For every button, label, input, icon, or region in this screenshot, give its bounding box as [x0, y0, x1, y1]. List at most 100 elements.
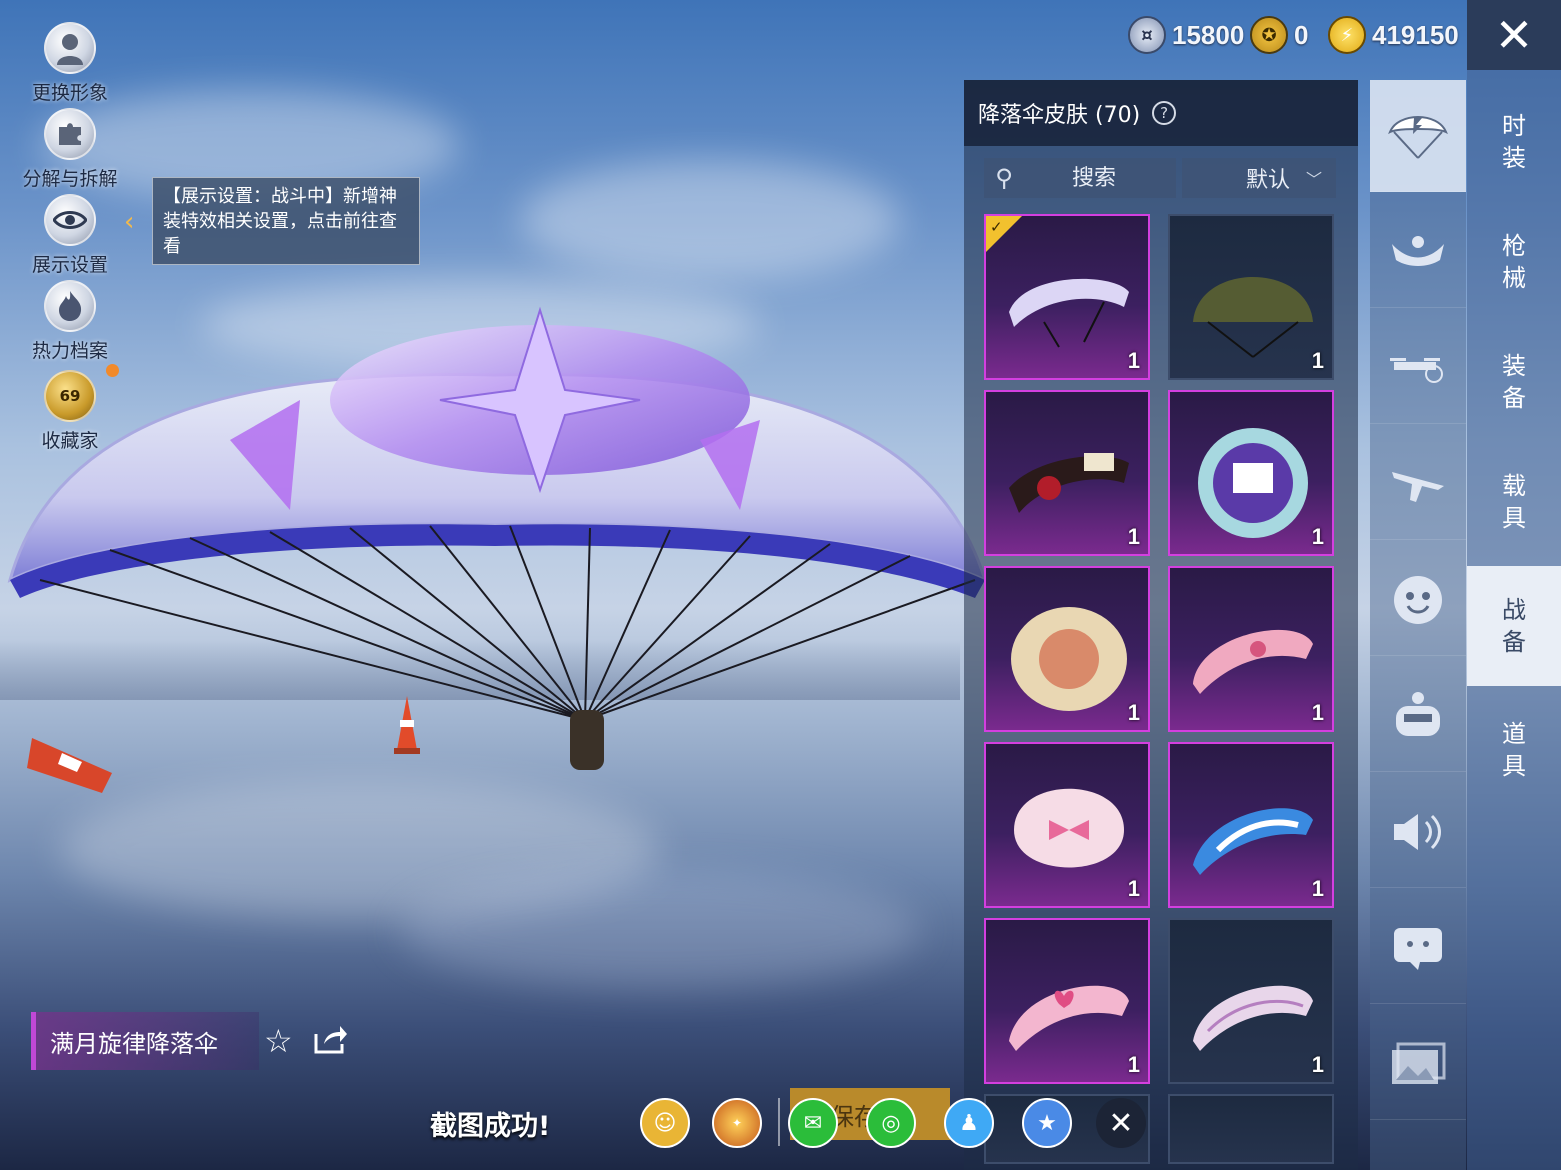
category-parachute[interactable] [1370, 80, 1466, 192]
coin-icon: ¤ [1128, 16, 1166, 54]
parachute-icon [1388, 115, 1448, 159]
wechat-icon: ✉ [803, 1110, 823, 1136]
skin-panel: 降落伞皮肤 (70) ? ⚲ 默认 ﹀ ✓ 1 1 1 1 1 [964, 80, 1358, 1170]
energy-icon: ⚡ [1328, 16, 1366, 54]
category-drone[interactable] [1370, 312, 1466, 424]
share-qzone-button[interactable]: ★ [1022, 1098, 1072, 1148]
avatar-icon [44, 22, 96, 74]
share-game-friend-button[interactable]: ☺ [640, 1098, 690, 1148]
selected-item-name: 满月旋律降落伞 [31, 1012, 259, 1070]
skin-count: 1 [1127, 1052, 1140, 1077]
sort-value: 默认 [1245, 168, 1290, 193]
currency-medal[interactable]: ✪ 0 [1250, 14, 1308, 56]
divider [778, 1098, 780, 1146]
currency-coin[interactable]: ¤ 15800 [1128, 14, 1244, 56]
skin-card-partial[interactable] [1168, 1094, 1334, 1164]
energy-value: 419150 [1372, 19, 1459, 50]
tab-label: 装备 [1502, 352, 1526, 412]
share-icon[interactable] [312, 1024, 348, 1056]
tab-weapons[interactable]: 枪械 [1467, 202, 1561, 322]
skin-count: 1 [1311, 700, 1324, 725]
share-game-app-button[interactable]: ✦ [712, 1098, 762, 1148]
help-icon[interactable]: ? [1152, 101, 1177, 125]
friend-icon: ☺ [653, 1110, 677, 1136]
tab-equipment[interactable]: 装备 [1467, 322, 1561, 442]
category-sticker[interactable] [1370, 892, 1466, 1004]
collector-level: 69 [59, 387, 81, 405]
category-emote[interactable] [1370, 544, 1466, 656]
puzzle-icon [44, 108, 96, 160]
screenshot-success-message: 截图成功! [430, 1111, 551, 1142]
share-qq-button[interactable]: ♟ [944, 1098, 994, 1148]
display-settings-tooltip[interactable]: 【展示设置：战斗中】新增神装特效相关设置，点击前往查看 [152, 177, 420, 265]
skin-count: 1 [1311, 524, 1324, 549]
parachute-thumbnail [1014, 788, 1124, 868]
search-input[interactable] [1024, 158, 1164, 198]
medal-value: 0 [1294, 19, 1309, 50]
close-icon: ✕ [1108, 1105, 1134, 1141]
parachute-thumbnail [1193, 277, 1313, 358]
search-icon: ⚲ [995, 164, 1013, 192]
tab-label: 道具 [1502, 720, 1526, 780]
skin-card[interactable]: 1 [984, 390, 1150, 556]
skin-card[interactable]: 1 [1168, 214, 1334, 380]
chevron-down-icon: ﹀ [1305, 170, 1322, 189]
main-tabs: 时装 枪械 装备 载具 战备 道具 [1467, 70, 1561, 1170]
skin-card[interactable]: 1 [1168, 742, 1334, 908]
skin-count: 1 [1311, 876, 1324, 901]
category-sound[interactable] [1370, 776, 1466, 888]
category-robot[interactable] [1370, 660, 1466, 772]
close-button[interactable]: ✕ [1467, 0, 1561, 70]
close-share-button[interactable]: ✕ [1096, 1098, 1146, 1148]
moments-icon: ◎ [881, 1110, 901, 1136]
skin-card[interactable]: ✓ 1 [984, 214, 1150, 380]
share-wechat-button[interactable]: ✉ [788, 1098, 838, 1148]
tab-vehicles[interactable]: 载具 [1467, 442, 1561, 562]
category-plane[interactable] [1370, 428, 1466, 540]
traffic-cone-left [27, 738, 112, 793]
tab-props[interactable]: 道具 [1467, 690, 1561, 810]
heat-archive-button[interactable]: 热力档案 [18, 280, 122, 363]
parachute-thumbnail [1009, 278, 1129, 348]
tab-label: 战备 [1502, 596, 1526, 656]
robot-icon [1396, 691, 1440, 736]
parachute-preview [7, 306, 988, 770]
favorite-star-icon[interactable]: ☆ [264, 1022, 293, 1060]
skin-card[interactable]: 1 [984, 566, 1150, 732]
panel-header: 降落伞皮肤 (70) ? [964, 80, 1358, 146]
traffic-cone-center [394, 696, 420, 754]
parachute-thumbnail [1193, 629, 1313, 694]
skin-card[interactable]: 1 [1168, 390, 1334, 556]
skin-count: 1 [1127, 524, 1140, 549]
category-skydive[interactable] [1370, 196, 1466, 308]
parachute-thumbnail [1009, 985, 1129, 1051]
panel-title: 降落伞皮肤 (70) [978, 103, 1141, 128]
collector-button[interactable]: 69 收藏家 [18, 370, 122, 453]
parachute-thumbnail [1009, 453, 1129, 513]
skin-card[interactable]: 1 [984, 918, 1150, 1084]
tab-label: 载具 [1502, 472, 1526, 532]
close-icon: ✕ [1494, 8, 1534, 62]
qzone-star-icon: ★ [1037, 1110, 1057, 1136]
gallery-icon [1392, 1042, 1446, 1084]
change-avatar-button[interactable]: 更换形象 [18, 22, 122, 105]
category-bar [1370, 80, 1466, 1170]
search-box[interactable]: ⚲ [984, 158, 1176, 198]
tab-fashion[interactable]: 时装 [1467, 82, 1561, 202]
tab-battle-gear[interactable]: 战备 [1467, 566, 1561, 686]
parachute-thumbnail [1198, 428, 1308, 538]
skin-card[interactable]: 1 [1168, 566, 1334, 732]
sort-dropdown[interactable]: 默认 ﹀ [1182, 158, 1336, 198]
skin-card[interactable]: 1 [984, 742, 1150, 908]
category-gallery[interactable] [1370, 1008, 1466, 1120]
currency-energy[interactable]: ⚡ 419150 [1328, 14, 1459, 56]
display-settings-button[interactable]: 展示设置 [18, 194, 122, 277]
share-moments-button[interactable]: ◎ [866, 1098, 916, 1148]
collector-badge-icon: 69 [44, 370, 96, 422]
decompose-button[interactable]: 分解与拆解 [18, 108, 122, 191]
skin-count: 1 [1127, 348, 1140, 373]
skin-count: 1 [1311, 348, 1324, 373]
change-avatar-label: 更换形象 [31, 82, 108, 104]
parachute-thumbnail [1193, 985, 1313, 1051]
skin-card[interactable]: 1 [1168, 918, 1334, 1084]
